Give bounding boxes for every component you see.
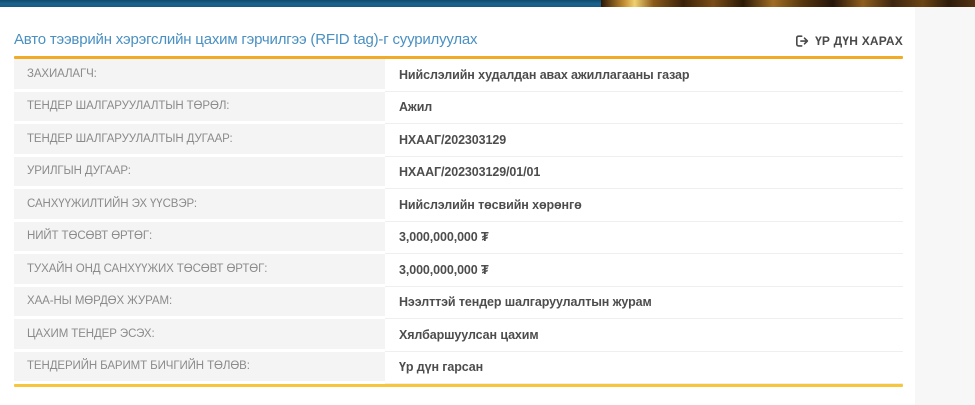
row-label: ХАА-НЫ МӨРДӨХ ЖУРАМ: (14, 287, 385, 320)
view-results-link[interactable]: ҮР ДҮН ХАРАХ (796, 34, 903, 48)
row-label: САНХҮҮЖИЛТИЙН ЭХ ҮҮСВЭР: (14, 189, 385, 222)
row-value: НХААГ/202303129 (385, 124, 903, 157)
top-banner-photo-strip (601, 0, 975, 7)
sign-out-icon (796, 35, 809, 47)
row-value: Нийслэлийн худалдан авах ажиллагааны газ… (385, 59, 903, 92)
table-row: САНХҮҮЖИЛТИЙН ЭХ ҮҮСВЭР: Нийслэлийн төсв… (14, 189, 903, 222)
row-label: НИЙТ ТӨСӨВТ ӨРТӨГ: (14, 222, 385, 255)
table-row: ТЕНДЕРИЙН БАРИМТ БИЧГИЙН ТӨЛӨВ: Үр дүн г… (14, 352, 903, 385)
row-value: НХААГ/202303129/01/01 (385, 157, 903, 190)
row-value: Ажил (385, 92, 903, 125)
row-value: Хялбаршуулсан цахим (385, 319, 903, 352)
row-label: УРИЛГЫН ДУГААР: (14, 157, 385, 190)
row-label: ТЕНДЕР ШАЛГАРУУЛАЛТЫН ТӨРӨЛ: (14, 92, 385, 125)
tender-detail-card: Авто тээврийн хэрэгслийн цахим гэрчилгээ… (0, 7, 915, 405)
card-header: Авто тээврийн хэрэгслийн цахим гэрчилгээ… (14, 7, 903, 56)
row-label: ТУХАЙН ОНД САНХҮҮЖИХ ТӨСӨВТ ӨРТӨГ: (14, 254, 385, 287)
table-row: ТУХАЙН ОНД САНХҮҮЖИХ ТӨСӨВТ ӨРТӨГ: 3,000… (14, 254, 903, 287)
row-value: Нийслэлийн төсвийн хөрөнгө (385, 189, 903, 222)
top-banner (0, 0, 975, 7)
row-label: ТЕНДЕРИЙН БАРИМТ БИЧГИЙН ТӨЛӨВ: (14, 352, 385, 385)
divider-bottom (14, 384, 903, 387)
tender-detail-table: ЗАХИАЛАГЧ: Нийслэлийн худалдан авах ажил… (14, 59, 903, 384)
top-banner-nav-strip (0, 0, 601, 7)
row-value: 3,000,000,000 ₮ (385, 254, 903, 287)
row-label: ТЕНДЕР ШАЛГАРУУЛАЛТЫН ДУГААР: (14, 124, 385, 157)
row-value: Үр дүн гарсан (385, 352, 903, 385)
table-row: ЗАХИАЛАГЧ: Нийслэлийн худалдан авах ажил… (14, 59, 903, 92)
table-row: УРИЛГЫН ДУГААР: НХААГ/202303129/01/01 (14, 157, 903, 190)
table-row: ЦАХИМ ТЕНДЕР ЭСЭХ: Хялбаршуулсан цахим (14, 319, 903, 352)
row-value: Нээлттэй тендер шалгаруулалтын журам (385, 287, 903, 320)
view-results-label: ҮР ДҮН ХАРАХ (815, 34, 903, 48)
row-label: ЗАХИАЛАГЧ: (14, 59, 385, 92)
table-row: ТЕНДЕР ШАЛГАРУУЛАЛТЫН ТӨРӨЛ: Ажил (14, 92, 903, 125)
table-row: ХАА-НЫ МӨРДӨХ ЖУРАМ: Нээлттэй тендер шал… (14, 287, 903, 320)
table-row: НИЙТ ТӨСӨВТ ӨРТӨГ: 3,000,000,000 ₮ (14, 222, 903, 255)
row-value: 3,000,000,000 ₮ (385, 222, 903, 255)
row-label: ЦАХИМ ТЕНДЕР ЭСЭХ: (14, 319, 385, 352)
table-row: ТЕНДЕР ШАЛГАРУУЛАЛТЫН ДУГААР: НХААГ/2023… (14, 124, 903, 157)
page-title: Авто тээврийн хэрэгслийн цахим гэрчилгээ… (14, 31, 477, 48)
